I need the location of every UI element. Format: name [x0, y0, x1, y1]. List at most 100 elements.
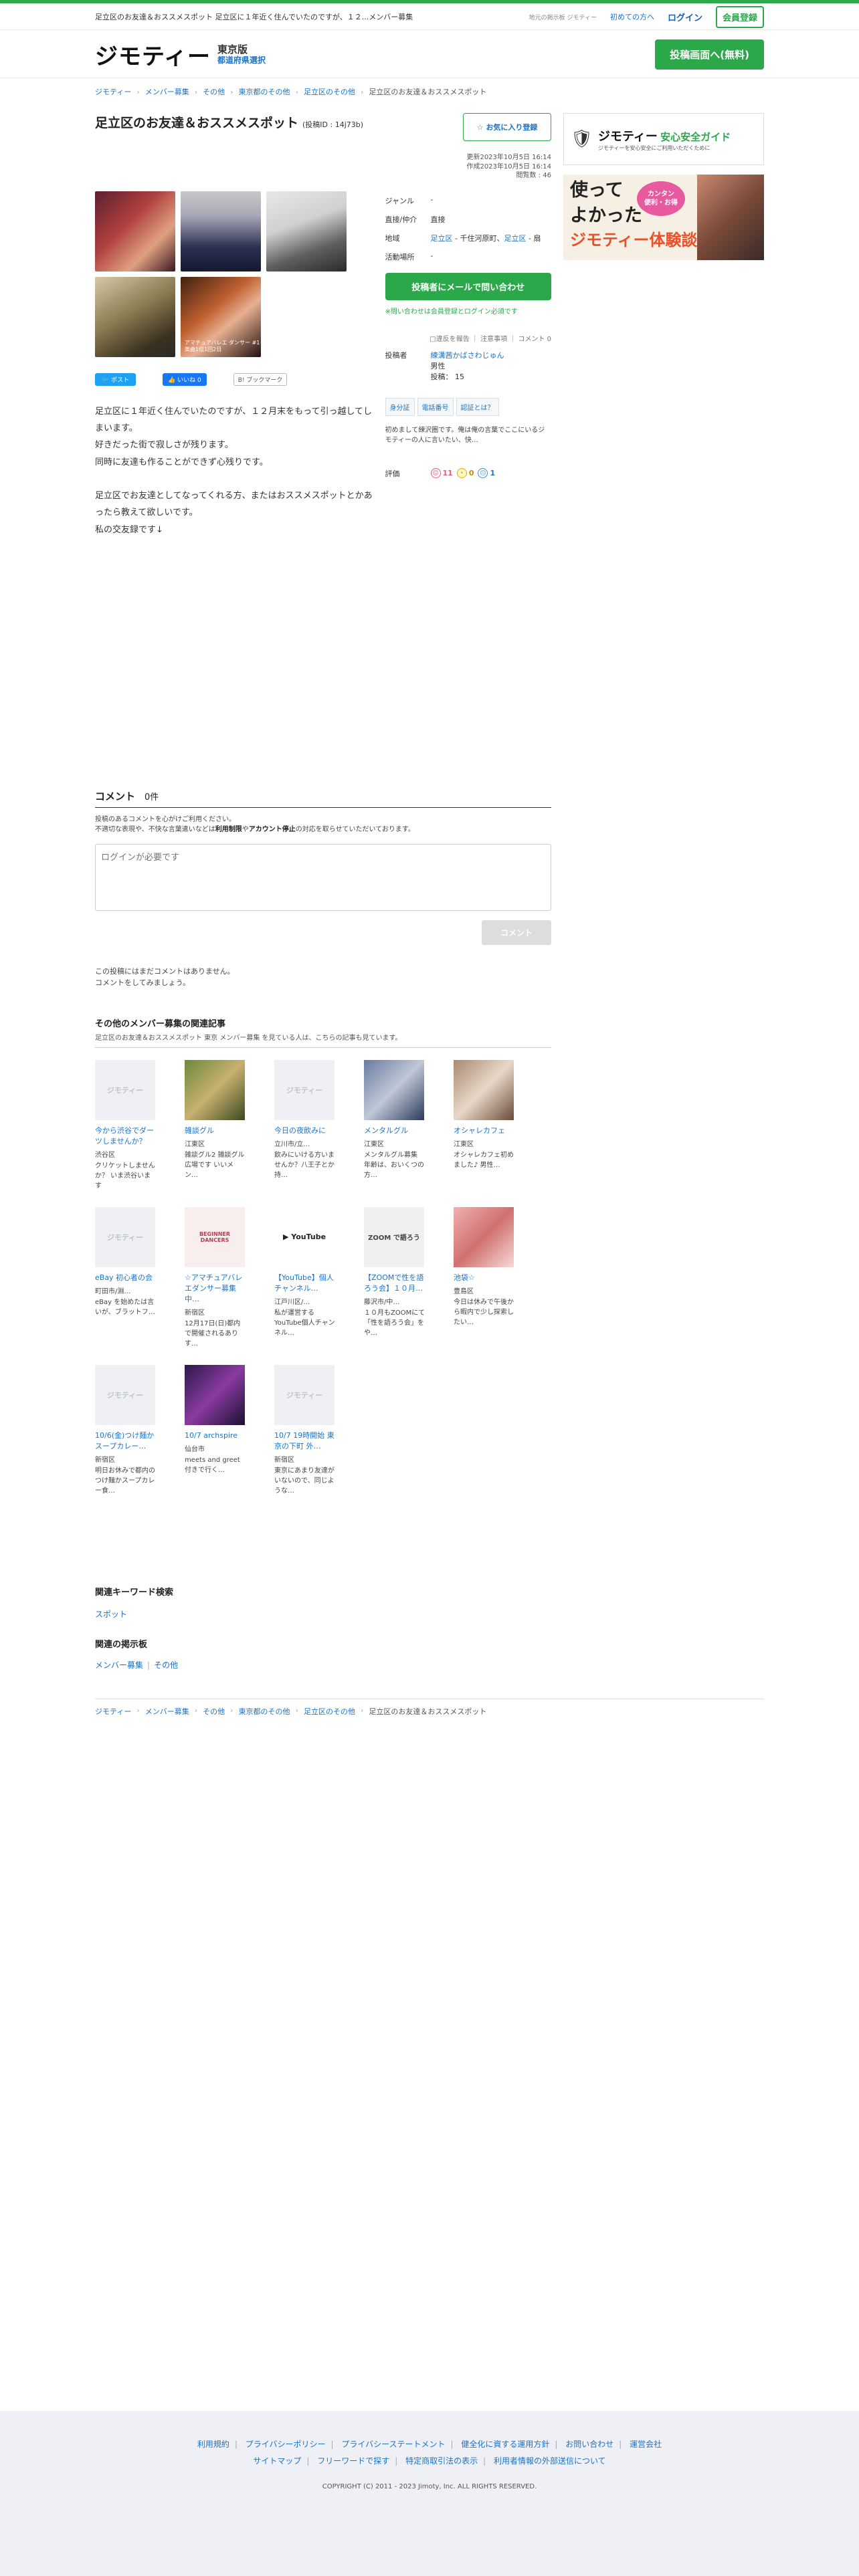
created-date: 作成2023年10月5日 16:14 — [466, 163, 551, 171]
related-title[interactable]: eBay 初心者の会 — [95, 1273, 157, 1283]
breadcrumb-item[interactable]: 東京都のその他 — [239, 86, 290, 97]
login-link[interactable]: ログイン — [668, 11, 702, 23]
related-location: 新宿区 — [95, 1456, 115, 1464]
breadcrumb-item[interactable]: その他 — [203, 1706, 225, 1717]
footer-link[interactable]: サイトマップ — [253, 2456, 301, 2466]
related-title[interactable]: 今から渋谷でダーツしませんか？ — [95, 1125, 157, 1147]
footer-link[interactable]: 利用者情報の外部送信について — [494, 2456, 606, 2466]
post-photo[interactable] — [266, 191, 347, 272]
inquiry-button[interactable]: 投稿者にメールで問い合わせ — [385, 272, 551, 300]
verification-help-link[interactable]: 認証とは？ — [456, 397, 499, 416]
post-photo[interactable] — [95, 191, 175, 272]
related-title[interactable]: 池袋☆ — [454, 1273, 515, 1283]
related-thumbnail[interactable] — [454, 1206, 514, 1267]
related-card[interactable]: オシャレカフェ 江東区 オシャレカフェ初めました♪ 男性… — [454, 1060, 515, 1191]
breadcrumb-item[interactable]: その他 — [203, 86, 225, 97]
related-card[interactable]: 池袋☆ 豊島区 今日は休みで午後から暇内で少し探索したい… — [454, 1206, 515, 1349]
related-thumbnail[interactable]: BEGINNER DANCERS — [185, 1206, 245, 1267]
keyword-link[interactable]: スポット — [95, 1610, 127, 1619]
related-thumbnail[interactable]: ZOOM で語ろう — [364, 1206, 424, 1267]
related-card[interactable]: BEGINNER DANCERS ☆アマチュアバレエダンサー募集中… 新宿区 12月1… — [185, 1206, 246, 1349]
comment-submit-button[interactable]: コメント — [481, 920, 551, 945]
region-select-link[interactable]: 都道府県選択 — [217, 56, 266, 65]
footer-link[interactable]: プライバシーポリシー — [246, 2440, 326, 2449]
hatena-bookmark-button[interactable]: B! ブックマーク — [233, 372, 288, 386]
related-card[interactable]: ジモティー 10/6(金)つけ麺かスープカレー… 新宿区 明日お休みで都内のつけ麺かス… — [95, 1364, 157, 1496]
related-title[interactable]: メンタルグル — [364, 1125, 425, 1136]
register-button[interactable]: 会員登録 — [715, 5, 764, 28]
related-title[interactable]: 10/7 archspire — [185, 1430, 246, 1441]
tweet-button[interactable]: 🐦 ポスト — [95, 372, 136, 386]
breadcrumb-item[interactable]: メンバー募集 — [145, 86, 189, 97]
report-links[interactable]: □違反を報告 ｜ 注意事項 ｜ コメント 0 — [385, 333, 551, 343]
post-body-line: 私の交友録です↓ — [95, 524, 163, 535]
breadcrumb-item[interactable]: 東京都のその他 — [239, 1706, 290, 1717]
related-title[interactable]: 10/6(金)つけ麺かスープカレー… — [95, 1430, 157, 1452]
related-card[interactable]: ZOOM で語ろう 【ZOOMで性を語ろう会】１０月… 藤沢市/中… １０月もZOOM… — [364, 1206, 425, 1349]
related-title[interactable]: ☆アマチュアバレエダンサー募集中… — [185, 1273, 246, 1305]
rating-good: 11 — [442, 469, 453, 477]
related-title[interactable]: 【ZOOMで性を語ろう会】１０月… — [364, 1273, 425, 1294]
favorite-button[interactable]: ☆ お気に入り登録 — [463, 113, 551, 141]
related-thumbnail[interactable]: ジモティー — [274, 1060, 335, 1120]
related-card[interactable]: メンタルグル 江東区 メンタルグル募集 年齢は、おいくつの方… — [364, 1060, 425, 1191]
related-card[interactable]: ジモティー 今から渋谷でダーツしませんか？ 渋谷区 クリケットしませんか？ いま渋谷い… — [95, 1060, 157, 1191]
beginners-link[interactable]: 初めての方へ — [610, 11, 654, 22]
related-card[interactable]: ジモティー 今日の夜飲みに 立川市/立… 飲みにいける方いませんか？八王子とか持… — [274, 1060, 336, 1191]
related-thumbnail[interactable]: ジモティー — [274, 1364, 335, 1425]
comment-input[interactable] — [95, 844, 551, 911]
comment-guidelines: 投稿のあるコメントを心がけご利用ください。 不適切な表現や、不快な言葉遣いなどは… — [95, 816, 415, 833]
related-thumbnail[interactable]: ジモティー — [95, 1206, 155, 1267]
related-thumbnail[interactable]: ジモティー — [95, 1364, 155, 1425]
site-logo[interactable]: ジモティー — [95, 38, 211, 71]
related-thumbnail[interactable] — [454, 1060, 514, 1120]
footer-link[interactable]: プライバシーステートメント — [341, 2440, 445, 2449]
related-title[interactable]: 【YouTube】個人チャンネル… — [274, 1273, 336, 1294]
footer-link[interactable]: お問い合わせ — [565, 2440, 613, 2449]
related-title[interactable]: 雑談グル — [185, 1125, 246, 1136]
rating-bad: 1 — [490, 469, 496, 477]
related-title[interactable]: 今日の夜飲みに — [274, 1125, 336, 1136]
post-photo[interactable]: アマチュアバレエ ダンサー #1楽曲1位1回2日 — [181, 276, 261, 357]
related-thumbnail[interactable]: ▶ YouTube — [274, 1206, 335, 1267]
post-photo[interactable] — [181, 191, 261, 272]
related-card[interactable]: 雑談グル 江東区 雑談グル2 雑談グル広場です いいメン… — [185, 1060, 246, 1191]
related-card[interactable]: ジモティー eBay 初心者の会 町田市/淵… eBay を始めたは言いが、ブラットフ… — [95, 1206, 157, 1349]
footer-link[interactable]: 特定商取引法の表示 — [405, 2456, 478, 2466]
area-link[interactable]: 足立区 — [431, 234, 453, 243]
related-card[interactable]: 10/7 archspire 仙台市 meets and greet 付きで行く… — [185, 1364, 246, 1496]
breadcrumb-item[interactable]: ジモティー — [95, 86, 131, 97]
safety-guide-banner[interactable]: 🛡 ジモティー 安心安全ガイド ジモティーを安心安全にご利用いただくために — [563, 113, 764, 165]
related-location: 渋谷区 — [95, 1151, 115, 1159]
related-title[interactable]: オシャレカフェ — [454, 1125, 515, 1136]
related-location: 新宿区 — [185, 1309, 205, 1317]
footer-link[interactable]: フリーワードで探す — [317, 2456, 389, 2466]
related-thumbnail[interactable] — [364, 1060, 424, 1120]
direct-value: 直接 — [430, 215, 446, 224]
board-link[interactable]: メンバー募集 — [95, 1660, 143, 1670]
like-button[interactable]: 👍 いいね 0 — [163, 372, 207, 386]
footer-link[interactable]: 利用規約 — [197, 2440, 229, 2449]
related-card[interactable]: ▶ YouTube 【YouTube】個人チャンネル… 江戸川区/… 私が運営するYo… — [274, 1206, 336, 1349]
breadcrumb: ジモティー › メンバー募集 › その他 › 東京都のその他 › 足立区のその他 › 足立… — [95, 78, 764, 105]
breadcrumb-item[interactable]: 足立区のその他 — [304, 86, 355, 97]
breadcrumb-item[interactable]: 足立区のその他 — [304, 1706, 355, 1717]
related-card[interactable]: ジモティー 10/7 19時開始 東京の下町 外… 新宿区 東京にあまり友達がいないの… — [274, 1364, 336, 1496]
footer-link[interactable]: 運営会社 — [630, 2440, 662, 2449]
banner-badge: カンタン 便利・お得 — [637, 181, 685, 216]
region-selector: 東京版 都道府県選択 — [217, 43, 266, 65]
footer-link[interactable]: 健全化に資する運用方針 — [461, 2440, 549, 2449]
area-label: 地域 — [385, 233, 400, 243]
breadcrumb-item[interactable]: メンバー募集 — [145, 1706, 189, 1717]
related-thumbnail[interactable]: ジモティー — [95, 1060, 155, 1120]
poster-name-link[interactable]: 練溝茜かばさわじゅん — [431, 350, 504, 360]
board-link[interactable]: その他 — [154, 1660, 178, 1670]
experience-banner[interactable]: 使って よかった ジモティー体験談 カンタン 便利・お得 — [563, 175, 764, 260]
related-title[interactable]: 10/7 19時開始 東京の下町 外… — [274, 1430, 336, 1452]
area-link[interactable]: 足立区 — [504, 234, 526, 243]
related-thumbnail[interactable] — [185, 1060, 245, 1120]
breadcrumb-item[interactable]: ジモティー — [95, 1706, 131, 1717]
post-button[interactable]: 投稿画面へ(無料) — [655, 39, 764, 70]
post-photo[interactable] — [95, 276, 175, 357]
related-thumbnail[interactable] — [185, 1364, 245, 1425]
